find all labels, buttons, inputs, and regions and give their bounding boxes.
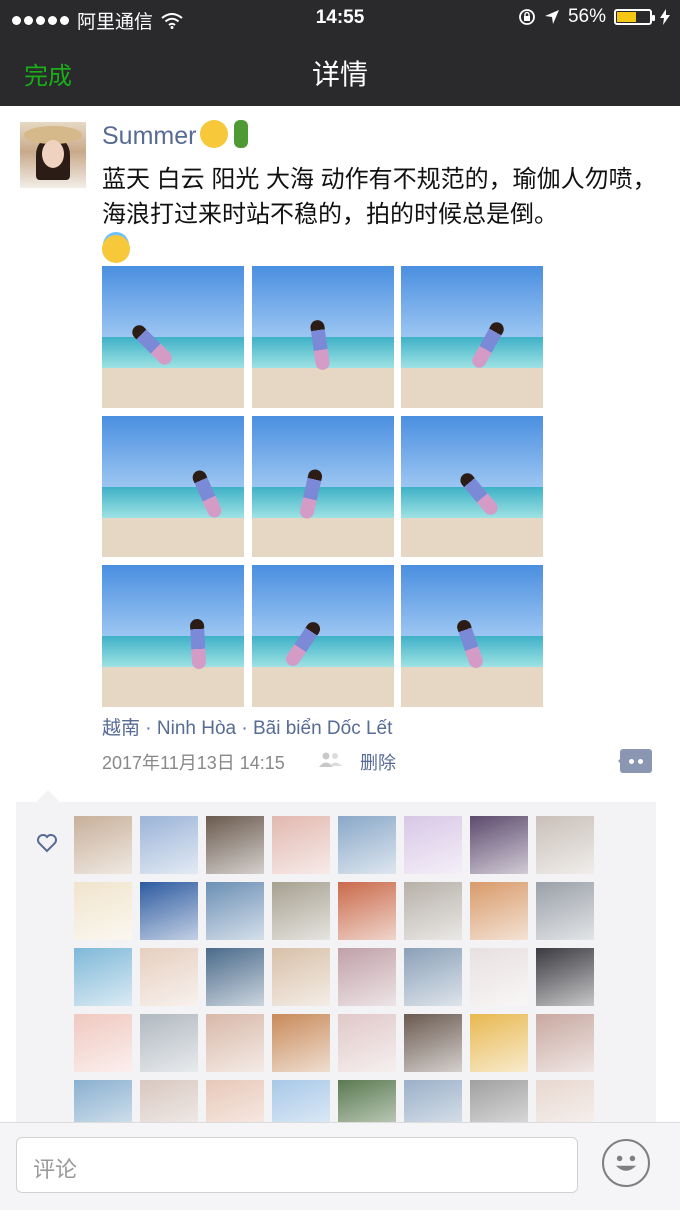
username-line[interactable]: Summer: [102, 120, 249, 151]
post-text-content: 蓝天 白云 阳光 大海 动作有不规范的，瑜伽人勿喷，海浪打过来时站不稳的，拍的时…: [102, 166, 657, 228]
photo-grid: [102, 266, 543, 707]
username[interactable]: Summer: [102, 122, 196, 150]
lock-rotation-icon: [519, 9, 535, 25]
liker-avatar[interactable]: [536, 948, 594, 1006]
smile-emoji-icon: [200, 120, 229, 148]
liker-avatar[interactable]: [206, 1014, 264, 1072]
nav-bar: 完成 详情: [0, 36, 680, 106]
comment-input[interactable]: 评论: [16, 1137, 578, 1193]
halo-emoji-icon: [102, 235, 130, 263]
likes-panel: [16, 790, 656, 1138]
liker-avatar[interactable]: [74, 1014, 132, 1072]
liker-avatar[interactable]: [338, 816, 396, 874]
cactus-emoji-icon: [234, 120, 249, 148]
comment-bar: 评论: [0, 1122, 680, 1210]
liker-avatar[interactable]: [470, 1014, 528, 1072]
liker-avatar[interactable]: [272, 1014, 330, 1072]
liker-avatar[interactable]: [470, 948, 528, 1006]
liker-avatar[interactable]: [338, 882, 396, 940]
page-title: 详情: [311, 59, 368, 90]
battery-percent: 56%: [567, 6, 606, 27]
liker-avatar[interactable]: [404, 816, 462, 874]
post-photo[interactable]: [401, 565, 543, 707]
liker-avatar[interactable]: [140, 948, 198, 1006]
post-photo[interactable]: [251, 266, 394, 408]
status-right: 56%: [518, 6, 670, 28]
liker-avatar[interactable]: [140, 1014, 198, 1072]
battery-fill: [617, 12, 637, 22]
liker-avatar[interactable]: [338, 948, 396, 1006]
liker-avatar[interactable]: [536, 816, 594, 874]
charging-icon: [660, 9, 670, 25]
comment-icon[interactable]: [618, 749, 652, 773]
liker-avatar[interactable]: [272, 816, 330, 874]
people-icon[interactable]: [318, 752, 344, 768]
post-photo[interactable]: [401, 266, 543, 408]
heart-icon: [37, 834, 57, 853]
liker-avatar[interactable]: [74, 948, 132, 1006]
liker-avatar[interactable]: [206, 816, 264, 874]
liker-avatar[interactable]: [74, 816, 132, 874]
post-photo[interactable]: [102, 266, 244, 408]
post-photo[interactable]: [102, 565, 244, 707]
post-photo[interactable]: [251, 565, 394, 707]
liker-avatar[interactable]: [536, 882, 594, 940]
liker-avatar[interactable]: [404, 1014, 462, 1072]
liker-avatar[interactable]: [140, 882, 198, 940]
location-arrow-icon: [544, 10, 559, 24]
post-date: 2017年11月13日 14:15: [102, 753, 285, 773]
delete-button[interactable]: 删除: [360, 749, 396, 775]
battery-icon: [614, 9, 655, 25]
location-link[interactable]: 越南 · Ninh Hòa · Bãi biển Dốc Lết: [102, 713, 392, 740]
liker-avatar[interactable]: [272, 882, 330, 940]
emoji-icon[interactable]: [602, 1139, 650, 1187]
post-photo[interactable]: [251, 415, 394, 558]
liker-avatar[interactable]: [470, 816, 528, 874]
liker-avatar[interactable]: [404, 882, 462, 940]
liker-avatar[interactable]: [536, 1014, 594, 1072]
liker-avatar[interactable]: [470, 882, 528, 940]
post-text: 蓝天 白云 阳光 大海 动作有不规范的，瑜伽人勿喷，海浪打过来时站不稳的，拍的时…: [102, 162, 662, 267]
liker-avatar[interactable]: [140, 816, 198, 874]
post-photo[interactable]: [401, 415, 543, 558]
status-bar: 阿里通信 14:55 56%: [0, 0, 680, 36]
liker-avatar[interactable]: [338, 1014, 396, 1072]
liker-avatar[interactable]: [272, 948, 330, 1006]
liker-avatar[interactable]: [74, 882, 132, 940]
post-photo[interactable]: [102, 415, 244, 558]
user-avatar[interactable]: [20, 122, 86, 188]
liker-avatar[interactable]: [206, 948, 264, 1006]
liker-avatar[interactable]: [206, 882, 264, 940]
liker-avatar[interactable]: [404, 948, 462, 1006]
